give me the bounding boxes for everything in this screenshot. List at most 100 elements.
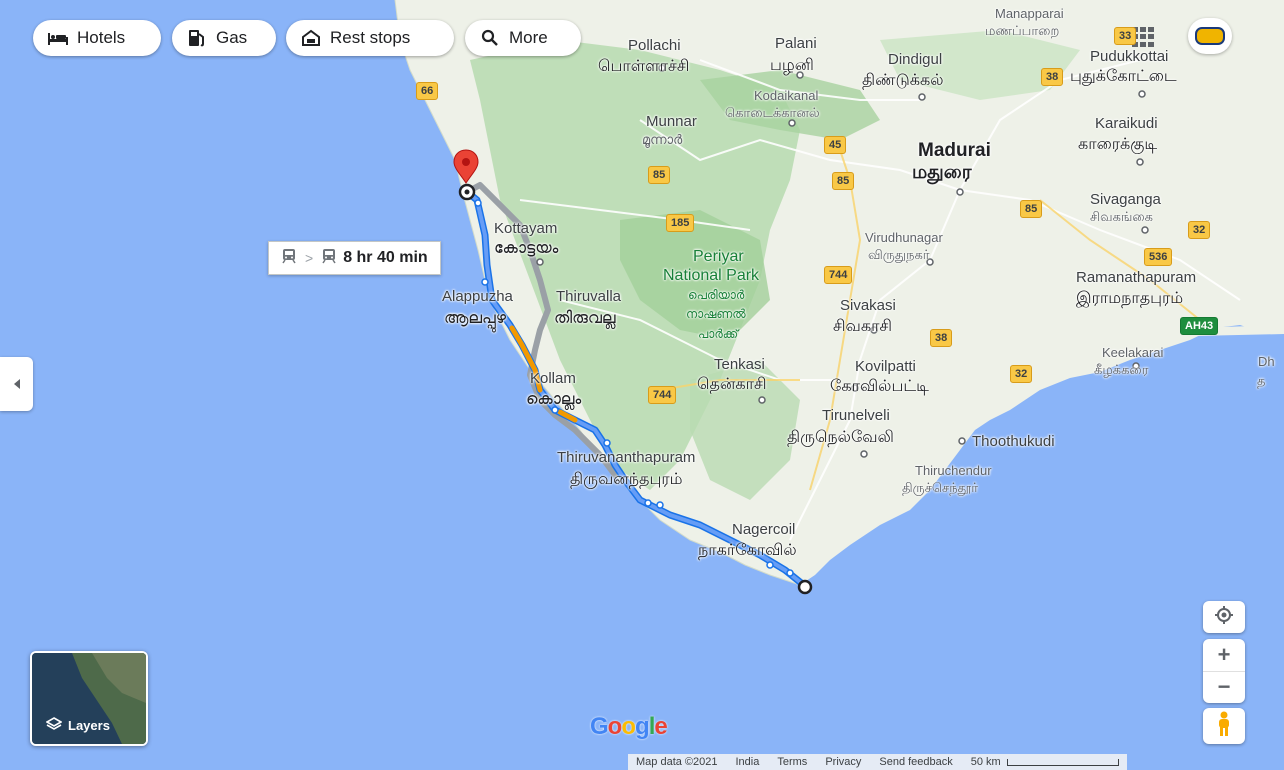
label-kollam: Kollam bbox=[530, 370, 576, 387]
scale-line bbox=[1006, 758, 1119, 766]
label-ramanathapuram: Ramanathapuram bbox=[1076, 269, 1197, 286]
rest-stop-icon bbox=[300, 28, 322, 48]
label-karaikudi: Karaikudi bbox=[1095, 115, 1158, 132]
label-tirunelveli: Tirunelveli bbox=[822, 407, 890, 424]
gas-label: Gas bbox=[216, 28, 248, 47]
bed-icon bbox=[47, 28, 69, 48]
label-thiruchendur-ta: திருச்செந்தூர் bbox=[902, 480, 979, 495]
label-thiruvananthapuram: Thiruvananthapuram bbox=[557, 449, 696, 466]
label-sivakasi: Sivakasi bbox=[840, 297, 896, 314]
privacy-link[interactable]: Privacy bbox=[825, 756, 861, 768]
label-palani: Palani bbox=[775, 35, 817, 52]
highway-shield: 45 bbox=[824, 136, 847, 154]
destination-marker[interactable] bbox=[797, 579, 813, 595]
highway-shield: 32 bbox=[1010, 365, 1033, 383]
train-icon bbox=[321, 248, 337, 269]
hotels-label: Hotels bbox=[77, 28, 126, 47]
label-sivaganga: Sivaganga bbox=[1090, 191, 1161, 208]
zoom-out-button[interactable]: − bbox=[1203, 672, 1245, 704]
label-kottayam-ml: കോട്ടയം bbox=[494, 240, 559, 257]
label-thiruvananthapuram-ta: திருவனந்தபுரம் bbox=[570, 471, 683, 488]
zoom-control: + − bbox=[1203, 639, 1245, 703]
label-virudhunagar-ta: விருதுநகர் bbox=[868, 247, 930, 262]
label-national-park: National Park bbox=[663, 267, 760, 284]
terms-link[interactable]: Terms bbox=[777, 756, 807, 768]
label-karaikudi-ta: காரைக்குடி bbox=[1078, 136, 1158, 153]
label-periyar-ml1: പെരിയാർ bbox=[688, 288, 745, 302]
label-kollam-ml: കൊല്ലം bbox=[526, 391, 582, 408]
label-kodaikanal: Kodaikanal bbox=[754, 88, 819, 103]
label-alappuzha-ml: ആലപ്പുഴ bbox=[444, 310, 506, 327]
map-canvas[interactable] bbox=[0, 0, 1284, 770]
label-madurai-ta: மதுரை bbox=[912, 162, 972, 183]
layers-button[interactable]: Layers bbox=[30, 651, 148, 746]
highway-shield: 536 bbox=[1144, 248, 1173, 266]
label-keelakarai-ta: கீழக்கரை bbox=[1094, 362, 1149, 377]
layers-label: Layers bbox=[68, 718, 110, 733]
label-alappuzha: Alappuzha bbox=[442, 288, 513, 305]
highway-shield: 85 bbox=[832, 172, 855, 190]
rest-stops-label: Rest stops bbox=[330, 28, 411, 47]
attribution-bar: Map data ©2021 India Terms Privacy Send … bbox=[628, 754, 1127, 770]
layers-icon bbox=[45, 717, 63, 734]
label-kovilpatti-ta: கோவில்பட்டி bbox=[830, 378, 929, 395]
label-munnar: Munnar bbox=[646, 113, 697, 130]
label-madurai: Madurai bbox=[918, 140, 991, 161]
gas-chip[interactable]: Gas bbox=[172, 20, 276, 56]
label-kottayam: Kottayam bbox=[494, 220, 558, 237]
gas-pump-icon bbox=[186, 28, 208, 48]
collapse-panel-button[interactable] bbox=[0, 357, 33, 411]
account-avatar[interactable] bbox=[1188, 18, 1232, 54]
label-periyar-ml3: പാർക്ക് bbox=[698, 327, 739, 341]
label-pollachi-ta: பொள்ளாச்சி bbox=[598, 58, 690, 75]
rest-stops-chip[interactable]: Rest stops bbox=[286, 20, 454, 56]
layers-label-group: Layers bbox=[45, 717, 110, 734]
label-ramanathapuram-ta: இராமநாதபுரம் bbox=[1076, 290, 1184, 307]
label-keelakarai: Keelakarai bbox=[1102, 345, 1164, 360]
label-tenkasi: Tenkasi bbox=[714, 356, 765, 373]
label-virudhunagar: Virudhunagar bbox=[865, 230, 943, 245]
label-sivakasi-ta: சிவகாசி bbox=[833, 318, 892, 335]
train-icon bbox=[281, 248, 297, 269]
highway-shield: 185 bbox=[666, 214, 695, 232]
more-chip[interactable]: More bbox=[465, 20, 581, 56]
street-view-pegman[interactable] bbox=[1203, 708, 1245, 744]
highway-shield: 85 bbox=[648, 166, 671, 184]
zoom-out-icon: − bbox=[1217, 674, 1231, 700]
highway-shield: 38 bbox=[930, 329, 953, 347]
label-kodaikanal-ta: கொடைக்கானல் bbox=[725, 105, 820, 120]
origin-marker-dot bbox=[464, 189, 470, 195]
scale-label: 50 km bbox=[970, 756, 1001, 768]
hotels-chip[interactable]: Hotels bbox=[33, 20, 161, 56]
label-manapparai-ta: மணப்பாறை bbox=[985, 23, 1060, 38]
google-logo: Google bbox=[590, 713, 668, 740]
label-munnar-ml: മൂന്നാർ bbox=[642, 132, 683, 147]
travel-time: 8 hr 40 min bbox=[343, 249, 428, 266]
highway-shield: 38 bbox=[1041, 68, 1064, 86]
highway-shield: 33 bbox=[1114, 27, 1137, 45]
scale-bar[interactable]: 50 km bbox=[971, 756, 1119, 768]
label-edge-dh: Dh bbox=[1258, 354, 1275, 369]
chevron-left-icon bbox=[13, 379, 20, 389]
my-location-button[interactable] bbox=[1203, 601, 1245, 633]
chevron-right-icon: > bbox=[305, 250, 314, 266]
label-pudukkottai: Pudukkottai bbox=[1090, 48, 1169, 65]
label-pollachi: Pollachi bbox=[628, 37, 681, 54]
highway-shield: 744 bbox=[824, 266, 853, 284]
label-tenkasi-ta: தென்காசி bbox=[697, 376, 767, 393]
label-sivaganga-ta: சிவகங்கை bbox=[1090, 209, 1153, 224]
label-manapparai: Manapparai bbox=[995, 6, 1064, 21]
route-duration-label[interactable]: > 8 hr 40 min bbox=[268, 241, 441, 275]
label-nagercoil: Nagercoil bbox=[732, 521, 796, 538]
zoom-in-button[interactable]: + bbox=[1203, 639, 1245, 672]
highway-shield: 66 bbox=[416, 82, 439, 100]
avatar-logo-icon bbox=[1195, 27, 1225, 45]
label-thiruvalla-ml: തിരുവല്ല bbox=[554, 310, 616, 327]
label-nagercoil-ta: நாகர்கோவில் bbox=[698, 542, 797, 559]
country-link[interactable]: India bbox=[736, 756, 760, 768]
highway-shield: 85 bbox=[1020, 200, 1043, 218]
locate-icon bbox=[1214, 605, 1234, 630]
send-feedback-link[interactable]: Send feedback bbox=[879, 756, 952, 768]
highway-shield: 744 bbox=[648, 386, 677, 404]
label-edge-ta: த bbox=[1257, 373, 1266, 388]
